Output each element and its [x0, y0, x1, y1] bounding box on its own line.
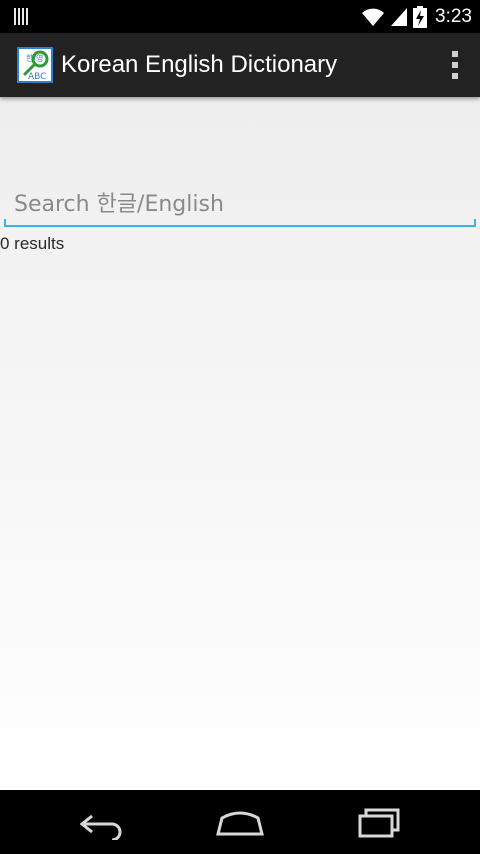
wifi-icon — [362, 8, 385, 26]
search-input[interactable] — [4, 183, 476, 225]
app-icon-latin-text: ABC — [28, 72, 46, 82]
navigation-bar — [0, 790, 480, 854]
main-content: 0 results — [0, 97, 480, 790]
recents-icon[interactable] — [352, 804, 408, 840]
status-time: 3:23 — [435, 5, 472, 27]
notification-icon — [14, 8, 30, 25]
back-icon[interactable] — [72, 804, 128, 840]
results-count: 0 results — [0, 234, 65, 253]
overflow-menu-icon[interactable] — [452, 51, 458, 79]
search-field[interactable] — [4, 183, 476, 227]
app-title: Korean English Dictionary — [61, 51, 338, 78]
status-bar: 3:23 — [0, 0, 480, 33]
battery-charging-icon — [413, 5, 428, 28]
action-bar: 한/영 ABC Korean English Dictionary — [0, 33, 480, 97]
home-icon[interactable] — [212, 804, 268, 840]
search-underline — [4, 219, 476, 227]
dictionary-app-icon[interactable]: 한/영 ABC — [17, 47, 53, 83]
signal-icon — [391, 7, 408, 26]
